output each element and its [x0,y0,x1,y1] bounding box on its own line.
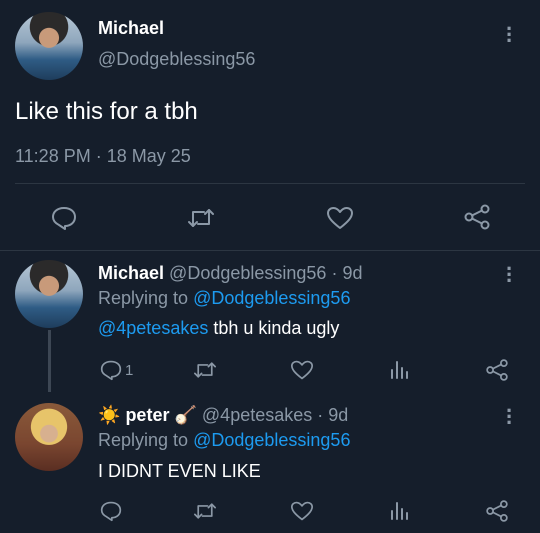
replying-to: Replying to @Dodgeblessing56 [98,288,351,308]
banjo-emoji-icon: 🪕 [174,405,197,425]
reply-icon[interactable] [51,205,77,231]
tweet-text: Like this for a tbh [15,98,198,125]
share-icon[interactable] [463,203,491,231]
divider [15,183,525,184]
share-icon[interactable] [485,499,509,523]
replying-to-link[interactable]: @Dodgeblessing56 [193,430,350,450]
reply-text: I DIDNT EVEN LIKE [98,461,261,481]
author-handle[interactable]: @Dodgeblessing56 [98,49,255,70]
author-name[interactable]: peter [125,405,169,425]
avatar[interactable] [15,260,83,328]
replying-to: Replying to @Dodgeblessing56 [98,430,351,450]
avatar[interactable] [15,12,83,80]
share-icon[interactable] [485,358,509,382]
reply-icon[interactable] [100,500,122,522]
reply-text: @4petesakes tbh u kinda ugly [98,318,340,338]
retweet-icon[interactable] [187,205,215,231]
reply-age: · 9d [331,263,363,283]
author-handle[interactable]: @4petesakes [202,405,312,425]
tweet-timestamp: 11:28 PM · 18 May 25 [15,146,191,166]
reply-icon[interactable] [100,359,122,381]
like-icon[interactable] [290,359,314,381]
more-icon[interactable]: · · · [506,18,513,52]
mention-link[interactable]: @4petesakes [98,318,208,338]
analytics-icon[interactable] [388,358,410,380]
analytics-icon[interactable] [388,499,410,521]
reply-header: Michael @Dodgeblessing56 · 9d [98,263,362,284]
reply-header: ☀️ peter 🪕 @4petesakes · 9d [98,405,348,426]
avatar[interactable] [15,403,83,471]
like-icon[interactable] [290,500,314,522]
divider [0,250,540,251]
thread-line [48,330,51,392]
author-handle[interactable]: @Dodgeblessing56 [169,263,326,283]
retweet-icon[interactable] [193,359,217,381]
reply-count: 1 [125,362,134,379]
reply-age: · 9d [317,405,349,425]
author-name[interactable]: Michael [98,18,164,39]
sun-emoji-icon: ☀️ [98,405,121,425]
retweet-icon[interactable] [193,500,217,522]
more-icon[interactable]: · · · [506,258,513,292]
author-name[interactable]: Michael [98,263,164,283]
more-icon[interactable]: · · · [506,400,513,434]
like-icon[interactable] [326,205,354,231]
replying-to-link[interactable]: @Dodgeblessing56 [193,288,350,308]
